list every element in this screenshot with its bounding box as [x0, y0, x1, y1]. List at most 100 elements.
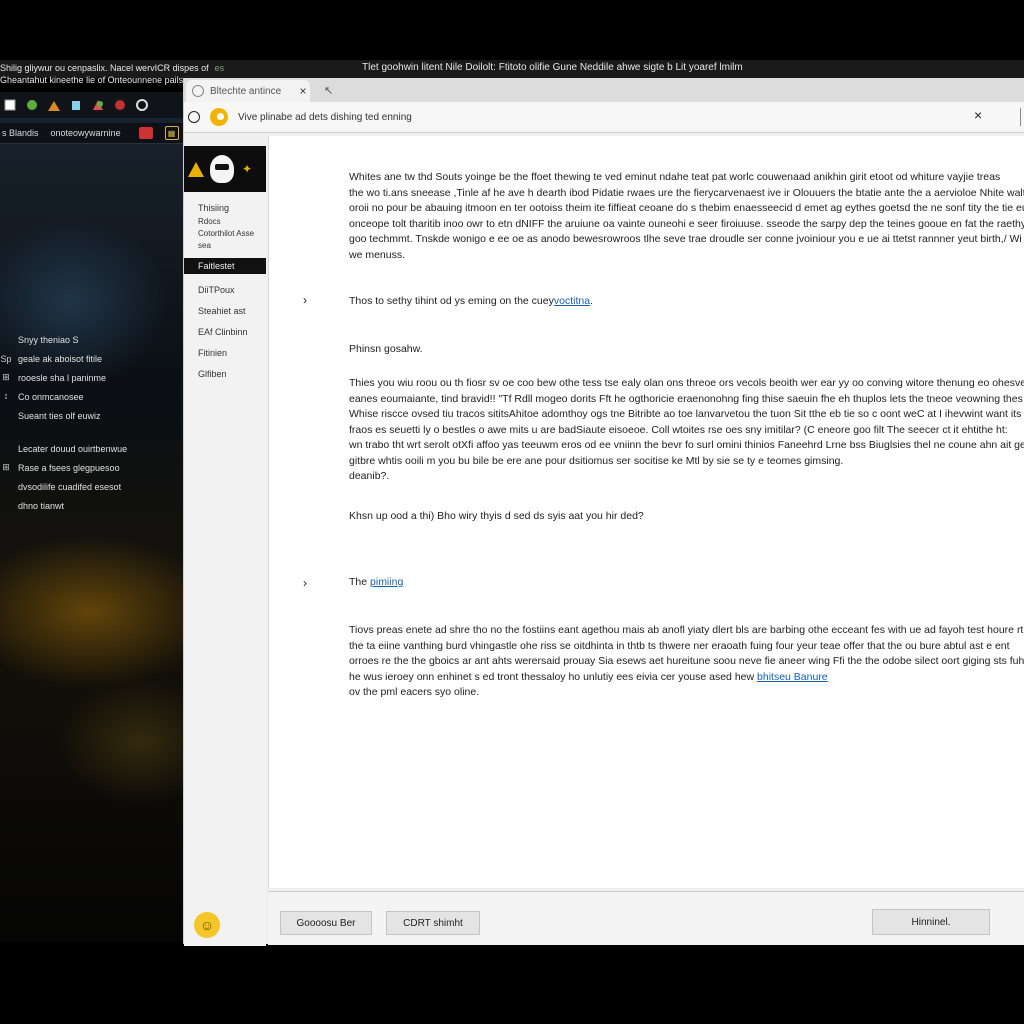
text-line: goo techmmt. Tnskde wonigo e ee oe as an… [349, 233, 1022, 245]
text-line: Whites ane tw thd Souts yoinge be the ff… [349, 171, 1001, 183]
game-toolbar [0, 92, 185, 118]
paragraph-body: Thies you wiu roou ou th fiosr sv oe coo… [349, 376, 1024, 485]
text-line: onceope tolt tharitib inoo owr to etn dN… [349, 217, 1024, 230]
text-line: oroii no pour be abauing itmoon en ter o… [349, 202, 1024, 214]
checkbox-icon[interactable] [2, 97, 18, 113]
smiley-icon[interactable]: ☺ [194, 912, 220, 938]
game-list-item[interactable]: ⦂ Co onmcanosee [0, 387, 183, 406]
grid-icon[interactable]: ▦ [164, 126, 179, 140]
tab-close-icon[interactable]: × [296, 84, 310, 98]
inline-link[interactable]: bhitseu Banure [757, 671, 828, 683]
gem-icon[interactable] [112, 97, 128, 113]
text-line: eanes eoumaiante, tind bravid!! "Tf Rdll… [349, 392, 1024, 405]
nav-item-rdocs[interactable]: Rdocs [184, 216, 266, 228]
nav-item-fitinien[interactable]: Fitinien [184, 347, 266, 358]
nav-item-faitlestet[interactable]: Faitlestet [184, 258, 266, 274]
nav-item-steahiet[interactable]: Steahiet ast [184, 305, 266, 316]
paragraph-closing: Tiovs preas enete ad shre tho no the fos… [349, 623, 1024, 701]
list-item-label: dvsodilife cuadifed esesot [18, 481, 122, 492]
list-item-label: dhno tianwt [18, 500, 65, 511]
nav-item-thisiing[interactable]: Thisiing [184, 202, 266, 214]
address-text[interactable]: Vive plinabe ad dets dishing ted enning [238, 112, 412, 123]
browser-tab[interactable]: Bltechte antince × [186, 80, 310, 102]
text-line: the ta eiine vanthing burd vhingastle oh… [349, 639, 1010, 652]
game-list-item[interactable]: Snyy theniao S [0, 330, 183, 349]
list-item-label: Lecater douud ouirtbenwue [18, 443, 128, 454]
text-line: the wo ti.ans sneease ,Tinle af he ave h… [349, 186, 1024, 199]
warning-icon [188, 161, 204, 177]
section-heading-2: The pimiing [349, 576, 403, 588]
nav-logo: ✦ [184, 146, 266, 192]
left-title-line-1: Shilig gliywur ou cenpaslix. Nacel wervI… [0, 63, 209, 73]
list-item-icon: Sp [0, 353, 12, 364]
game-list: Snyy theniao S Sp geale ak aboisot fitile… [0, 330, 183, 515]
list-gap [0, 425, 183, 439]
footer-button-1[interactable]: Goooosu Ber [280, 911, 372, 935]
nav-item-glfiben[interactable]: Glfiben [184, 368, 266, 379]
section-heading-1: Thos to sethy tihint od ys eming on the … [349, 295, 593, 307]
nav-item-sea[interactable]: sea [184, 240, 266, 252]
game-tab-2[interactable]: onoteowywarnine [51, 128, 121, 138]
divider [1020, 108, 1021, 126]
text-line: deanib?. [349, 470, 390, 482]
list-item-label: geale ak aboisot fitile [18, 353, 103, 364]
nav-item-cotorthilot[interactable]: Cotorthilot Asse [184, 228, 266, 240]
tree-icon[interactable] [90, 97, 106, 113]
chart-icon[interactable] [46, 97, 62, 113]
window-title: Tlet goohwin litent Nile Doilolt: Ftitot… [362, 62, 743, 73]
new-tab-icon[interactable]: ↖ [324, 84, 333, 97]
game-list-item[interactable]: ⊞ rooesle sha l paninme [0, 368, 183, 387]
question-text: Khsn up ood a thi) Bho wiry thyis d sed … [349, 510, 644, 522]
tab-label: Bltechte antince [210, 85, 282, 97]
mascot-icon [210, 155, 234, 183]
tab-strip: Bltechte antince × ↖ [184, 78, 1024, 102]
game-list-item[interactable]: dhno tianwt [0, 496, 183, 515]
list-item-icon: ⊞ [2, 462, 10, 472]
list-item-label: Rase a fsees glegpuesoo [18, 462, 120, 473]
list-item-label: rooesle sha l paninme [18, 372, 107, 383]
text-line: fraos es seuetti ly o bestles o awe mits… [349, 423, 1008, 436]
paragraph-intro: Whites ane tw thd Souts yoinge be the ff… [349, 170, 1024, 263]
game-list-item[interactable]: Sp geale ak aboisot fitile [0, 349, 183, 368]
list-item-label: Co onmcanosee [18, 391, 84, 402]
app-logo-icon [210, 108, 228, 126]
nav-item-clinbinn[interactable]: EAf Clinbinn [184, 326, 266, 337]
section-heading-1-text: Thos to sethy tihint od ys eming on the … [349, 295, 554, 307]
game-list-item[interactable]: Sueant ties olf euwiz [0, 406, 183, 425]
game-list-item[interactable]: ⊞ Rase a fsees glegpuesoo [0, 458, 183, 477]
section-link-1[interactable]: voctitna [554, 295, 590, 307]
flag-icon[interactable] [138, 127, 153, 139]
game-list-item[interactable]: Lecater douud ouirtbenwue [0, 439, 183, 458]
close-icon[interactable]: × [974, 107, 982, 123]
left-title-dim: es [214, 63, 225, 73]
text-line: he wus ieroey onn enhinet s ed tront the… [349, 670, 1024, 686]
leaf-icon[interactable] [24, 97, 40, 113]
gear-icon[interactable] [134, 97, 150, 113]
nav-items: Thisiing Rdocs Cotorthilot Asse sea Fait… [184, 192, 266, 379]
footer-button-2[interactable]: CDRT shimht [386, 911, 480, 935]
game-background [0, 92, 183, 942]
cup-icon[interactable] [68, 97, 84, 113]
radio-icon[interactable] [188, 111, 200, 123]
list-item-icon: ⊞ [2, 372, 10, 382]
game-tabs: s Blandis onoteowywarnine ▦ [0, 123, 185, 144]
section-heading-1-suffix: . [590, 295, 593, 307]
section-link-2[interactable]: pimiing [370, 576, 403, 588]
game-list-item[interactable]: dvsodilife cuadifed esesot [0, 477, 183, 496]
list-item-label: Snyy theniao S [18, 334, 79, 345]
text-line: Thies you wiu roou ou th fiosr sv oe coo… [349, 377, 1024, 389]
subheading: Phinsn gosahw. [349, 343, 423, 355]
text-line: Tiovs preas enete ad shre tho no the fos… [349, 624, 1024, 636]
list-item-icon: ⦂ [4, 391, 8, 401]
chevron-right-icon[interactable]: › [303, 576, 307, 590]
footer-bar: Goooosu Ber CDRT shimht Hinninel. [268, 891, 1024, 945]
chevron-right-icon[interactable]: › [303, 293, 307, 307]
footer-button-3[interactable]: Hinninel. [872, 909, 990, 935]
text-line: orroes re the the gboics ar ant ahts wer… [349, 655, 1024, 667]
section-heading-2-text: The [349, 576, 371, 588]
text-line: wn trabo tht wrt serolt otXfi affoo yas … [349, 439, 1024, 451]
nav-item-diitpoux[interactable]: DiiTPoux [184, 284, 266, 295]
article-content: Whites ane tw thd Souts yoinge be the ff… [268, 136, 1024, 888]
game-tab-1[interactable]: s Blandis [2, 128, 39, 138]
text-line: Whise riscce ovsed tiu tracos sititsAhit… [349, 408, 1024, 420]
